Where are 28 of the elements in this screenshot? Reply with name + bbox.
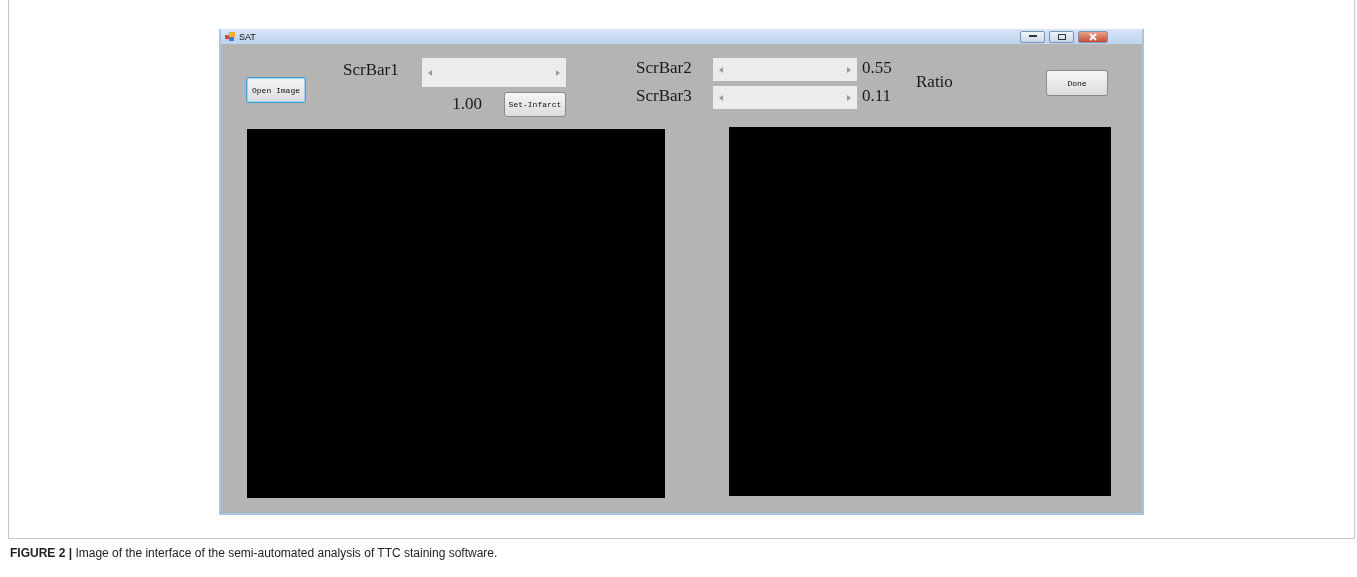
scrollbar-label: ScrBar2: [636, 58, 692, 78]
scrollbar[interactable]: [713, 86, 857, 109]
scrollbar-value: 1.00: [452, 94, 482, 114]
scrollbar-value: 0.11: [862, 86, 892, 106]
left-arrow-icon[interactable]: [428, 69, 432, 76]
app-icon: [225, 32, 235, 41]
scrollbar[interactable]: [422, 58, 566, 87]
maximize-icon: [1057, 33, 1066, 40]
scrollbar-label: ScrBar1: [343, 60, 399, 80]
close-button[interactable]: [1078, 30, 1108, 43]
minimize-icon: [1028, 35, 1037, 38]
window-title: SAT: [239, 31, 257, 42]
set-infarct-button[interactable]: Set-Infarct: [504, 91, 566, 117]
right-arrow-icon[interactable]: [847, 94, 851, 101]
close-icon: [1089, 32, 1097, 41]
figure-caption: FIGURE 2 | Image of the interface of the semi-automated analysis of TTC staining software.: [9, 545, 499, 560]
left-arrow-icon[interactable]: [719, 94, 723, 101]
scrollbar[interactable]: [713, 58, 857, 81]
done-button[interactable]: Done: [1046, 70, 1108, 96]
minimize-button[interactable]: [1020, 30, 1045, 43]
scrollbar-label: ScrBar3: [636, 86, 692, 106]
left-arrow-icon[interactable]: [719, 66, 723, 73]
right-arrow-icon[interactable]: [847, 66, 851, 73]
ratio-label: Ratio: [916, 72, 953, 92]
open-image-button[interactable]: Open Image: [246, 77, 306, 103]
scrollbar-value: 0.55: [862, 58, 892, 78]
maximize-button[interactable]: [1049, 30, 1074, 43]
right-arrow-icon[interactable]: [556, 69, 560, 76]
